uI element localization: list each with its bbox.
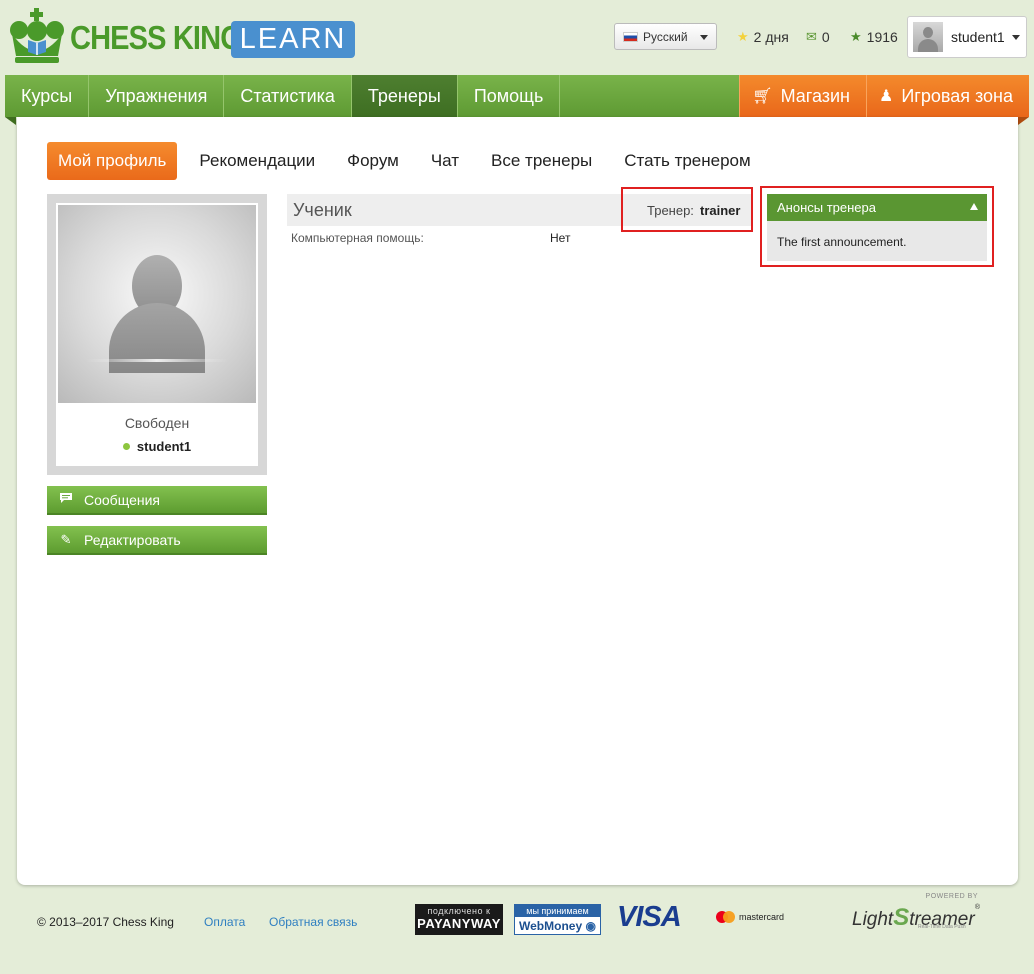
shop-label: Магазин — [780, 85, 850, 106]
lightstreamer-logo[interactable]: POWERED BY LightStreamer® Real-Time Data… — [852, 893, 982, 933]
mail-icon: ✉ — [806, 29, 817, 44]
footer-link-feedback[interactable]: Обратная связь — [269, 915, 357, 929]
nav-item-shop[interactable]: 🛒︎ Магазин — [739, 75, 866, 117]
online-dot-icon — [122, 443, 130, 450]
messages-count: 0 — [821, 29, 830, 45]
messages-stat[interactable]: ✉ 0 — [806, 29, 830, 45]
payanyway-logo[interactable]: подключено к PAYANYWAY — [415, 904, 503, 935]
stars-icon: ★ — [737, 29, 749, 44]
logo-learn-badge: LEARN — [231, 21, 355, 58]
footer-link-payment[interactable]: Оплата — [204, 915, 245, 929]
announcements-header[interactable]: Анонсы тренера — [767, 194, 987, 221]
cart-icon: 🛒︎ — [752, 88, 773, 105]
avatar — [913, 22, 943, 52]
rating-stat[interactable]: ★ 1916 — [850, 29, 898, 45]
announcements-title: Анонсы тренера — [777, 200, 876, 215]
logo-text: CHESS KING — [70, 19, 243, 56]
play-zone-label: Игровая зона — [901, 85, 1013, 106]
tab-all-trainers[interactable]: Все тренеры — [475, 142, 608, 180]
days-stat[interactable]: ★ 2 дня — [737, 29, 789, 45]
profile-card: Свободен student1 — [47, 194, 267, 475]
announcement-item: The first announcement. — [767, 221, 987, 261]
chevron-down-icon — [1012, 35, 1020, 40]
main-nav: Курсы Упражнения Статистика Тренеры Помо… — [5, 75, 1029, 117]
user-menu[interactable]: student1 — [907, 16, 1027, 58]
tab-forum[interactable]: Форум — [331, 142, 415, 180]
role-title: Ученик — [293, 200, 352, 220]
highlight-box-trainer — [621, 187, 753, 232]
days-value: 2 дня — [753, 29, 789, 45]
star-icon: ★ — [850, 29, 862, 44]
pawn-icon: ♟ — [879, 88, 894, 105]
nav-item-play-zone[interactable]: ♟ Игровая зона — [866, 75, 1029, 117]
nav-item-exercises[interactable]: Упражнения — [89, 75, 225, 117]
sub-tabs: Мой профиль Рекомендации Форум Чат Все т… — [47, 142, 767, 180]
rating-value: 1916 — [866, 29, 898, 45]
profile-photo-placeholder — [58, 205, 256, 403]
russia-flag-icon — [623, 31, 638, 42]
nav-item-help[interactable]: Помощь — [458, 75, 561, 117]
edit-button-label: Редактировать — [84, 531, 181, 548]
language-label: Русский — [643, 29, 688, 44]
language-select[interactable]: Русский — [614, 23, 717, 50]
visa-logo: VISA — [617, 901, 682, 933]
computer-help-value: Нет — [550, 231, 571, 245]
profile-status: Свободен — [124, 415, 190, 431]
chess-king-logo[interactable]: CHESS KING — [6, 8, 265, 64]
profile-name: student1 — [56, 439, 258, 454]
collapse-triangle-icon[interactable] — [970, 203, 978, 210]
nav-ribbon-fold — [1018, 117, 1029, 125]
messages-button[interactable]: Сообщения — [47, 486, 267, 515]
user-name: student1 — [951, 29, 1005, 45]
computer-help-label: Компьютерная помощь: — [291, 231, 424, 245]
tab-recommendations[interactable]: Рекомендации — [183, 142, 331, 180]
webmoney-logo[interactable]: мы принимаем WebMoney ◉ — [514, 904, 601, 935]
mastercard-logo: mastercard — [716, 911, 784, 923]
tab-my-profile[interactable]: Мой профиль — [47, 142, 178, 180]
nav-item-trainers[interactable]: Тренеры — [351, 75, 458, 117]
nav-ribbon-fold — [5, 117, 16, 125]
chevron-down-icon — [700, 35, 708, 40]
edit-button[interactable]: ✎ Редактировать — [47, 526, 267, 555]
tab-become-trainer[interactable]: Стать тренером — [608, 142, 766, 180]
chat-bubble-icon — [57, 492, 75, 507]
messages-button-label: Сообщения — [84, 491, 160, 508]
webmoney-globe-icon: ◉ — [585, 919, 596, 933]
copyright: © 2013–2017 Chess King — [37, 915, 174, 929]
chess-king-crown-icon — [6, 8, 68, 64]
nav-item-courses[interactable]: Курсы — [5, 75, 90, 117]
nav-item-statistics[interactable]: Статистика — [224, 75, 352, 117]
tab-chat[interactable]: Чат — [415, 142, 475, 180]
pencil-icon: ✎ — [60, 531, 72, 547]
